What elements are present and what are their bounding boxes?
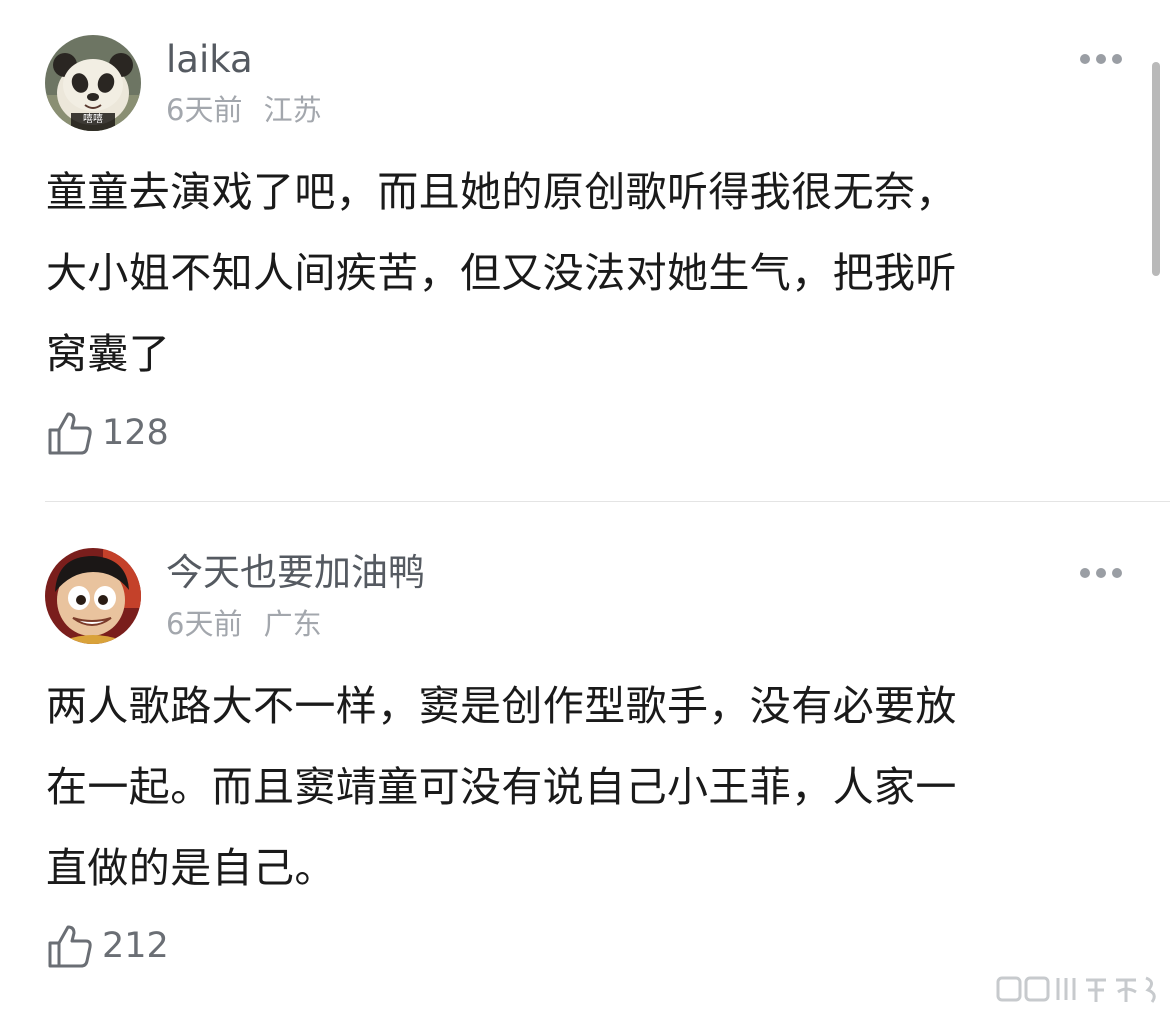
- comment-list-page: 嘻嘻 laika 6天前 江苏 童童去演戏了吧，而且她的原创歌听得我很无奈， 大…: [0, 0, 1170, 1015]
- like-count: 212: [102, 926, 169, 966]
- comment-location: 广东: [263, 607, 322, 641]
- like-count: 128: [102, 413, 169, 453]
- username[interactable]: 今天也要加油鸭: [166, 554, 425, 591]
- thumbs-up-icon: [48, 925, 92, 968]
- comment-item: 嘻嘻 laika 6天前 江苏 童童去演戏了吧，而且她的原创歌听得我很无奈， 大…: [0, 0, 1170, 500]
- watermark-logo: [996, 976, 1156, 1003]
- more-options-button[interactable]: [1078, 565, 1124, 579]
- more-dots-icon: [1080, 568, 1122, 578]
- comment-text-line: 在一起。而且窦靖童可没有说自己小王菲，人家一: [46, 763, 957, 811]
- avatar-badge-label: 嘻嘻: [83, 114, 103, 125]
- comment-text: 童童去演戏了吧，而且她的原创歌听得我很无奈， 大小姐不知人间疾苦，但又没法对她生…: [46, 152, 1126, 395]
- more-dots-icon: [1080, 54, 1122, 64]
- vertical-scrollbar[interactable]: [1152, 62, 1160, 276]
- avatar[interactable]: 嘻嘻: [45, 35, 141, 131]
- like-button[interactable]: 212: [46, 923, 186, 971]
- comment-time: 6天前: [166, 607, 243, 641]
- like-button[interactable]: 128: [46, 410, 186, 458]
- comment-text-line: 两人歌路大不一样，窦是创作型歌手，没有必要放: [46, 682, 957, 730]
- more-options-button[interactable]: [1078, 51, 1124, 65]
- comment-text: 两人歌路大不一样，窦是创作型歌手，没有必要放 在一起。而且窦靖童可没有说自己小王…: [46, 666, 1126, 909]
- comment-text-line: 直做的是自己。: [46, 844, 336, 892]
- comment-time: 6天前: [166, 93, 243, 127]
- comment-location: 江苏: [263, 93, 322, 127]
- avatar[interactable]: [45, 548, 141, 644]
- comment-text-line: 童童去演戏了吧，而且她的原创歌听得我很无奈，: [46, 168, 957, 216]
- comment-item: 今天也要加油鸭 6天前 广东 两人歌路大不一样，窦是创作型歌手，没有必要放 在一…: [0, 502, 1170, 1015]
- cartoon-boy-avatar-image: [45, 548, 141, 644]
- comment-meta: 6天前 江苏: [166, 96, 322, 125]
- comment-meta: 6天前 广东: [166, 610, 322, 639]
- comment-text-line: 大小姐不知人间疾苦，但又没法对她生气，把我听: [46, 249, 957, 297]
- username[interactable]: laika: [166, 41, 253, 78]
- comment-text-line: 窝囊了: [46, 330, 171, 378]
- thumbs-up-icon: [48, 412, 92, 455]
